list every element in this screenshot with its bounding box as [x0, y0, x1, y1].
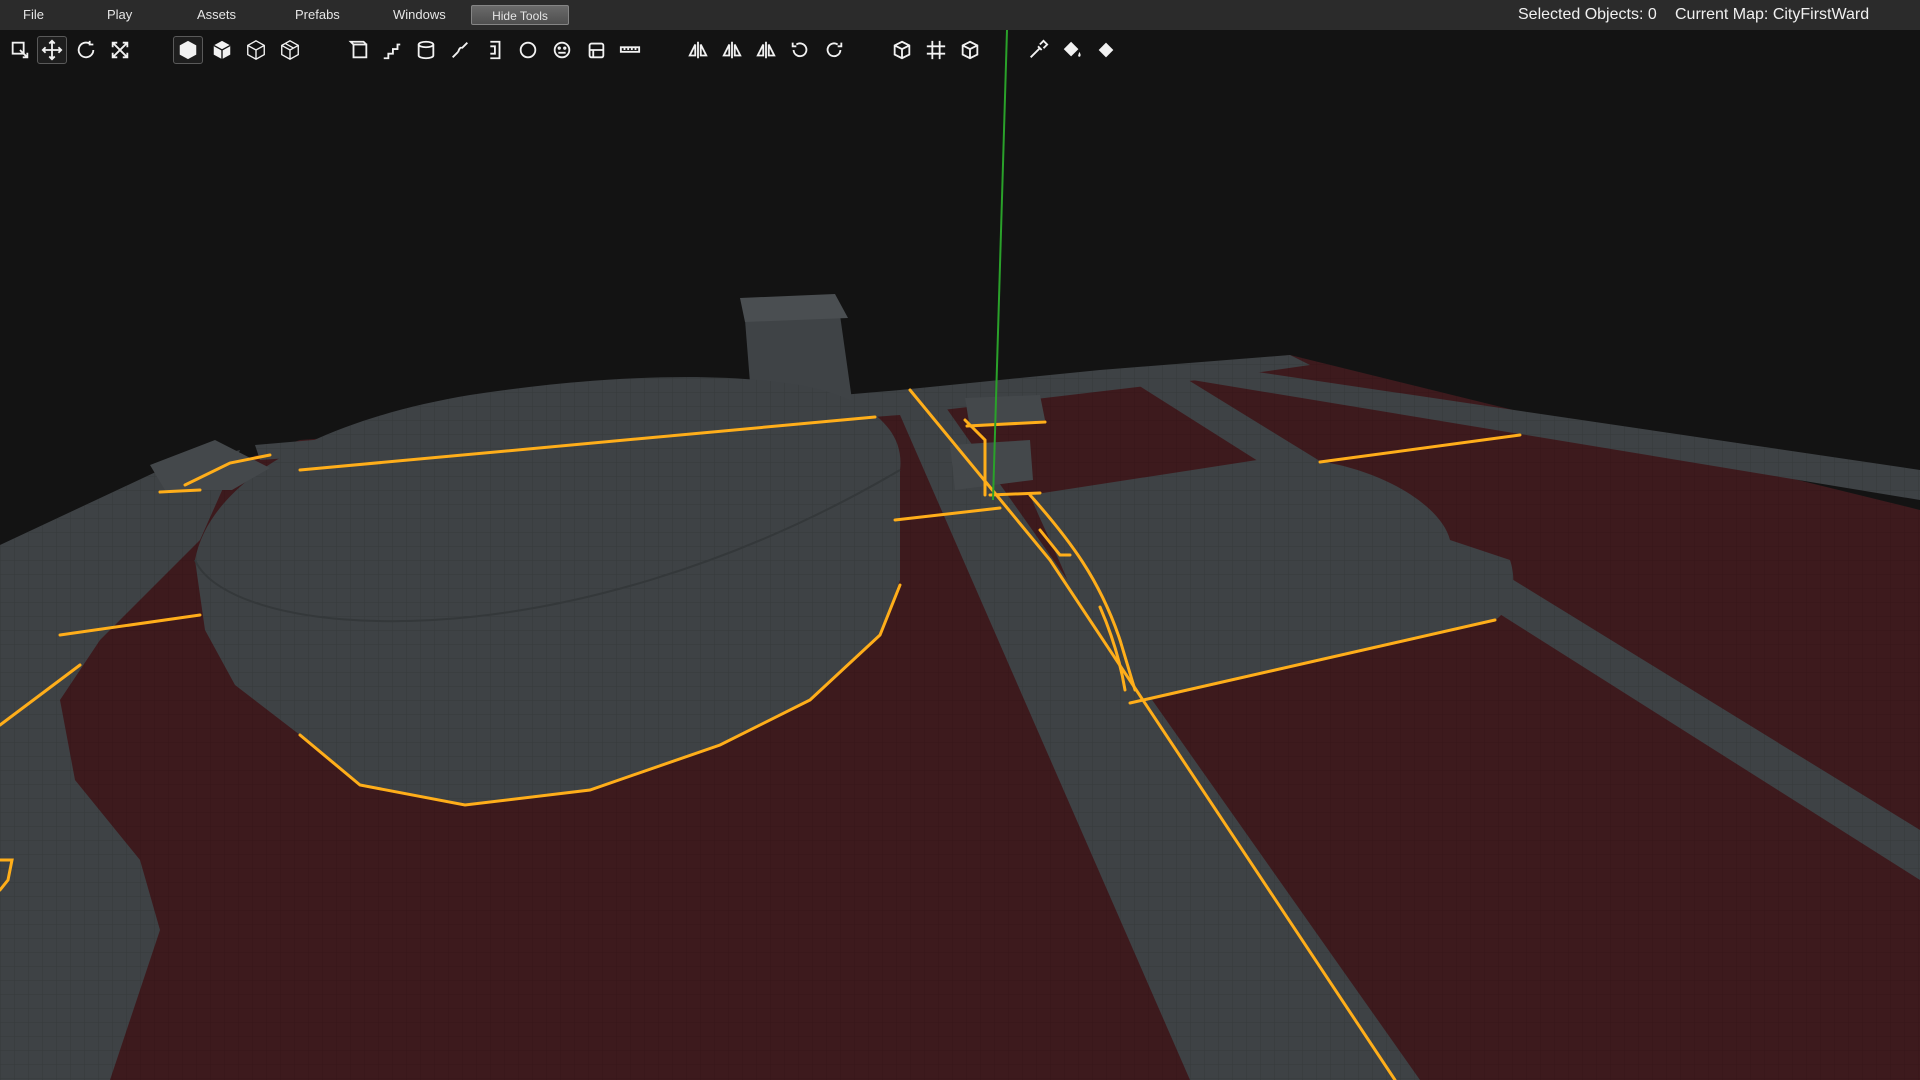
door-brush-icon[interactable] [479, 36, 509, 64]
eyedropper-icon[interactable] [1023, 36, 1053, 64]
current-map-status: Current Map: CityFirstWard [1675, 6, 1870, 23]
sphere-brush-icon[interactable] [513, 36, 543, 64]
texture-brush-icon[interactable] [581, 36, 611, 64]
cylinder-brush-icon[interactable] [411, 36, 441, 64]
tower-top[interactable] [740, 294, 848, 322]
rotate-cw-icon[interactable] [819, 36, 849, 64]
mirror-z-icon[interactable] [751, 36, 781, 64]
scale-tool-icon[interactable] [105, 36, 135, 64]
wireframe-view-icon[interactable] [241, 36, 271, 64]
file-menu[interactable]: File [23, 0, 44, 30]
wire-shaded-view-icon[interactable] [275, 36, 305, 64]
arch-brush-icon[interactable] [445, 36, 475, 64]
entity-face-icon[interactable] [547, 36, 577, 64]
selected-objects-status: Selected Objects: 0 [1518, 6, 1657, 23]
measure-icon[interactable] [615, 36, 645, 64]
stairs-brush-icon[interactable] [377, 36, 407, 64]
solid-view-icon[interactable] [173, 36, 203, 64]
select-tool-icon[interactable] [5, 36, 35, 64]
cube-icon[interactable] [887, 36, 917, 64]
play-menu[interactable]: Play [107, 0, 132, 30]
cube-outline-icon[interactable] [955, 36, 985, 64]
rotate-ccw-icon[interactable] [785, 36, 815, 64]
mirror-y-icon[interactable] [717, 36, 747, 64]
grid-icon[interactable] [921, 36, 951, 64]
shaded-view-icon[interactable] [207, 36, 237, 64]
windows-menu[interactable]: Windows [393, 0, 446, 30]
prefabs-menu[interactable]: Prefabs [295, 0, 340, 30]
menu-bar: File Play Assets Prefabs Windows Hide To… [0, 0, 1920, 31]
move-tool-icon[interactable] [37, 36, 67, 64]
hide-tools-button[interactable]: Hide Tools [471, 5, 569, 25]
fill-icon[interactable] [1091, 36, 1121, 64]
assets-menu[interactable]: Assets [197, 0, 236, 30]
box-brush-icon[interactable] [344, 36, 374, 64]
scene-viewport[interactable] [0, 30, 1920, 1080]
mirror-x-icon[interactable] [683, 36, 713, 64]
rotate-tool-icon[interactable] [71, 36, 101, 64]
paint-bucket-icon[interactable] [1057, 36, 1087, 64]
